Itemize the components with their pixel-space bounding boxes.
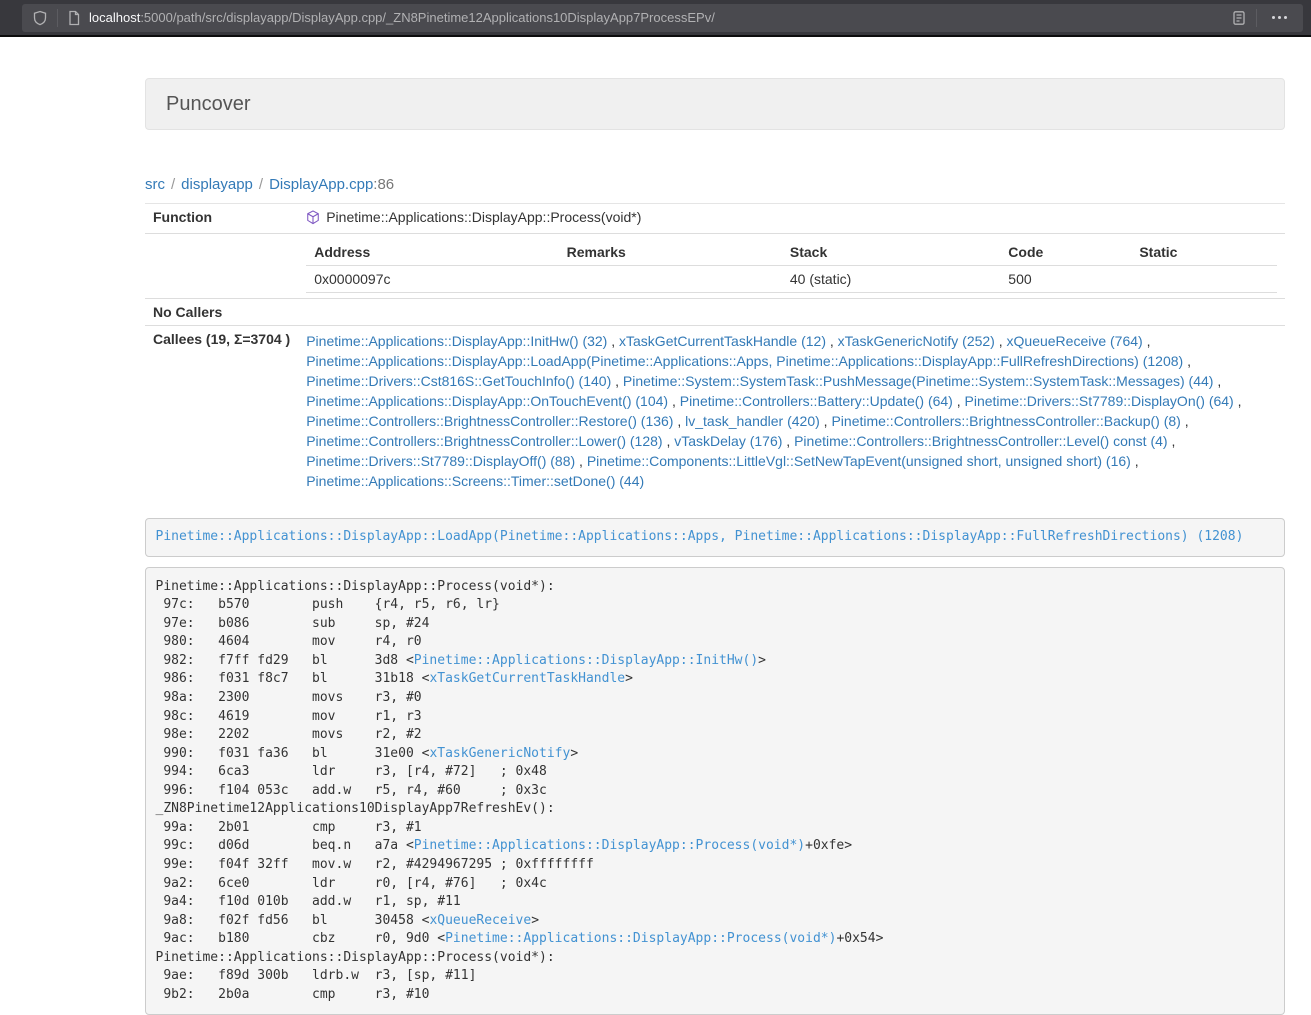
breadcrumb-separator: /: [171, 176, 175, 193]
callee-link[interactable]: Pinetime::Drivers::Cst816S::GetTouchInfo…: [306, 373, 611, 389]
tracking-shield-icon[interactable]: [32, 10, 48, 26]
function-row: Function Pinetime::Applications::Display…: [145, 204, 1285, 233]
callee-link[interactable]: Pinetime::Applications::DisplayApp::Load…: [306, 353, 1183, 369]
col-header-address: Address: [306, 239, 558, 266]
symbol-cube-icon: [306, 210, 320, 225]
loadapp-highlight-pre: Pinetime::Applications::DisplayApp::Load…: [145, 518, 1285, 558]
col-header-stack: Stack: [782, 239, 1000, 266]
url-bar[interactable]: localhost:5000/path/src/displayapp/Displ…: [22, 4, 1303, 32]
callee-link[interactable]: Pinetime::Drivers::St7789::DisplayOff() …: [306, 453, 575, 469]
static-value: [1131, 265, 1277, 292]
no-callers-row: No Callers: [145, 298, 1285, 325]
callee-link[interactable]: Pinetime::Controllers::BrightnessControl…: [306, 413, 673, 429]
disassembly: Pinetime::Applications::DisplayApp::Proc…: [145, 567, 1285, 1015]
callee-link[interactable]: xTaskGetCurrentTaskHandle (12): [619, 333, 826, 349]
callee-link[interactable]: xQueueReceive (764): [1007, 333, 1143, 349]
callee-link[interactable]: Pinetime::Applications::DisplayApp::Init…: [306, 333, 607, 349]
callee-link[interactable]: Pinetime::Controllers::BrightnessControl…: [794, 433, 1167, 449]
url-text: localhost:5000/path/src/displayapp/Displ…: [89, 10, 1231, 25]
stack-value: 40 (static): [782, 265, 1000, 292]
page-icon[interactable]: [67, 10, 81, 26]
urlbar-divider-2: [1256, 9, 1257, 27]
remarks-value: [559, 265, 782, 292]
function-label: Function: [145, 204, 298, 233]
address-value: 0x0000097c: [306, 265, 558, 292]
asm-symbol-link[interactable]: xTaskGenericNotify: [429, 746, 570, 761]
function-table: Function Pinetime::Applications::Display…: [145, 204, 1285, 496]
callee-link[interactable]: lv_task_handler (420): [685, 413, 820, 429]
col-header-static: Static: [1131, 239, 1277, 266]
code-value: 500: [1000, 265, 1131, 292]
breadcrumb-line-number: :86: [373, 176, 394, 193]
callee-link[interactable]: Pinetime::Controllers::BrightnessControl…: [306, 433, 662, 449]
callee-link[interactable]: Pinetime::Components::LittleVgl::SetNewT…: [587, 453, 1131, 469]
no-callers-label: No Callers: [145, 298, 298, 325]
callee-link[interactable]: xTaskGenericNotify (252): [838, 333, 995, 349]
callee-link[interactable]: Pinetime::Drivers::St7789::DisplayOn() (…: [965, 393, 1234, 409]
asm-symbol-link[interactable]: Pinetime::Applications::DisplayApp::Proc…: [445, 931, 836, 946]
breadcrumb-separator: /: [259, 176, 263, 193]
page-container: Puncover src / displayapp / DisplayApp.cpp:8…: [145, 78, 1285, 1015]
callees-label: Callees (19, Σ=3704 ): [145, 325, 298, 496]
loadapp-link[interactable]: Pinetime::Applications::DisplayApp::Load…: [156, 529, 1244, 544]
callee-link[interactable]: vTaskDelay (176): [674, 433, 782, 449]
urlbar-divider: [57, 9, 58, 27]
reader-view-icon[interactable]: [1231, 10, 1247, 26]
overflow-menu-icon[interactable]: [1266, 16, 1293, 19]
callee-link[interactable]: Pinetime::Applications::DisplayApp::OnTo…: [306, 393, 668, 409]
breadcrumb-link-src[interactable]: src: [145, 176, 165, 193]
window-separator: [0, 35, 1311, 37]
callees-list: Pinetime::Applications::DisplayApp::Init…: [298, 325, 1285, 496]
callees-row: Callees (19, Σ=3704 ) Pinetime::Applicat…: [145, 325, 1285, 496]
callee-link[interactable]: Pinetime::Controllers::Battery::Update()…: [680, 393, 953, 409]
col-header-remarks: Remarks: [559, 239, 782, 266]
asm-symbol-link[interactable]: xQueueReceive: [429, 913, 531, 928]
asm-symbol-link[interactable]: Pinetime::Applications::DisplayApp::Proc…: [414, 838, 805, 853]
breadcrumb-link-displayapp[interactable]: displayapp: [181, 176, 253, 193]
breadcrumb-link-file[interactable]: DisplayApp.cpp: [269, 176, 373, 193]
metrics-table: Address Remarks Stack Code Static 0x0000…: [306, 239, 1277, 293]
metrics-values-row: 0x0000097c 40 (static) 500: [306, 265, 1277, 292]
function-name: Pinetime::Applications::DisplayApp::Proc…: [326, 209, 641, 225]
breadcrumb: src / displayapp / DisplayApp.cpp:86: [145, 176, 1285, 193]
callee-link[interactable]: Pinetime::Controllers::BrightnessControl…: [831, 413, 1180, 429]
page-title: Puncover: [145, 78, 1285, 130]
col-header-code: Code: [1000, 239, 1131, 266]
url-domain: localhost: [89, 10, 140, 25]
metrics-row: Address Remarks Stack Code Static 0x0000…: [145, 233, 1285, 298]
metrics-row-label: [145, 233, 298, 298]
asm-symbol-link[interactable]: Pinetime::Applications::DisplayApp::Init…: [414, 653, 758, 668]
url-path: :5000/path/src/displayapp/DisplayApp.cpp…: [140, 10, 715, 25]
callee-link[interactable]: Pinetime::System::SystemTask::PushMessag…: [623, 373, 1214, 389]
callee-link[interactable]: Pinetime::Applications::Screens::Timer::…: [306, 473, 644, 489]
asm-symbol-link[interactable]: xTaskGetCurrentTaskHandle: [429, 671, 625, 686]
browser-toolbar: localhost:5000/path/src/displayapp/Displ…: [0, 0, 1311, 35]
